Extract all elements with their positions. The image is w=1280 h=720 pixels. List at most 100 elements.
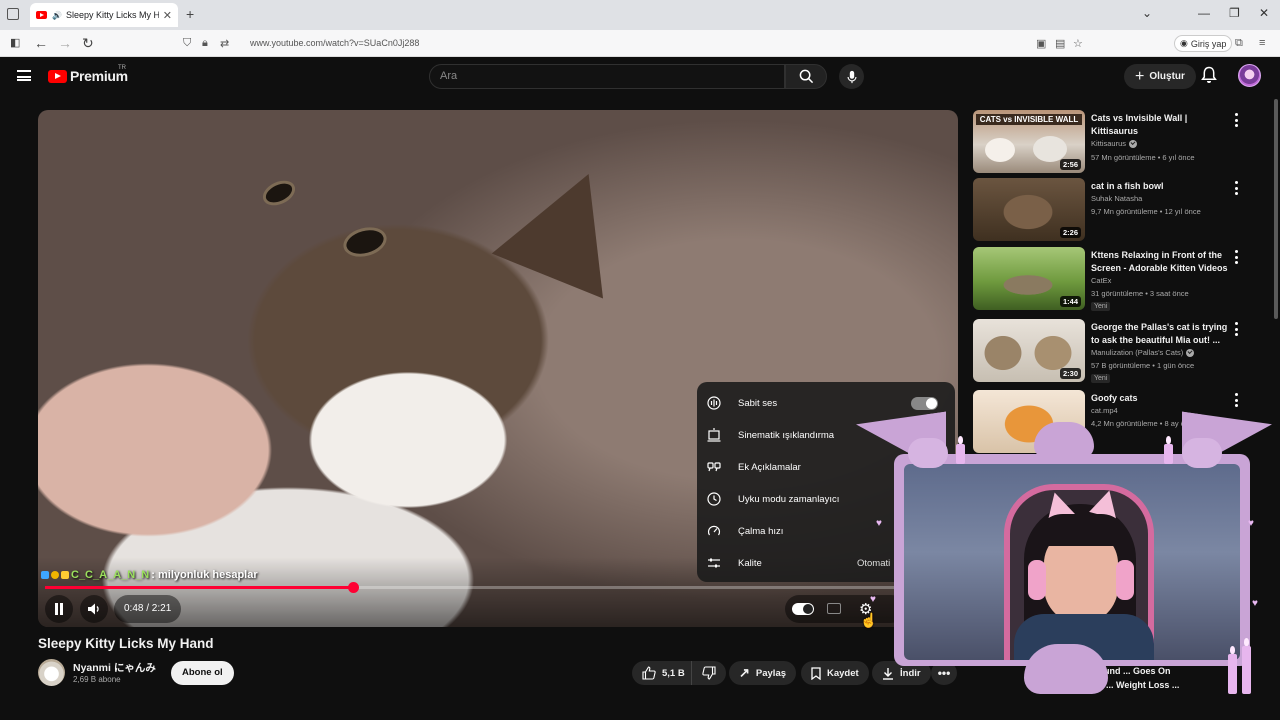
settings-label: Sabit ses <box>738 397 778 409</box>
browser-tab[interactable]: 🔊 Sleepy Kitty Licks My Hand ✕ <box>30 3 178 27</box>
pause-icon <box>55 603 63 615</box>
voice-search-button[interactable] <box>839 64 864 89</box>
like-count: 5,1 B <box>662 667 685 679</box>
rec-more-icon[interactable] <box>1230 113 1242 127</box>
rec-channel[interactable]: Kittisaurus <box>1091 139 1138 148</box>
audio-icon[interactable]: 🔊 <box>52 11 62 20</box>
channel-avatar[interactable] <box>38 659 65 686</box>
rec-more-icon[interactable] <box>1230 322 1242 336</box>
headset-cup <box>1116 560 1134 600</box>
forward-icon[interactable]: → <box>58 35 72 51</box>
playback-speed-icon <box>707 524 721 538</box>
streamer-bangs <box>1036 514 1128 546</box>
shield-icon[interactable]: ⛉ <box>183 37 191 50</box>
account-avatar[interactable] <box>1238 64 1261 87</box>
video-thumbnail[interactable]: 2:30 <box>973 319 1085 382</box>
like-button[interactable]: 5,1 B <box>632 661 697 685</box>
close-tab-icon[interactable]: ✕ <box>163 9 172 22</box>
candle-decoration <box>1228 646 1237 694</box>
sign-in-label: Giriş yap <box>1190 38 1227 49</box>
browser-tab-bar: 🔊 Sleepy Kitty Licks My Hand ✕ + ⌄ — ❐ ✕ <box>0 0 1280 30</box>
rec-channel[interactable]: Manulization (Pallas's Cats) <box>1091 348 1195 357</box>
stable-volume-toggle[interactable] <box>911 396 938 410</box>
rec-channel[interactable]: cat.mp4 <box>1091 406 1118 415</box>
share-button[interactable]: ↗ Paylaş <box>729 661 797 685</box>
dislike-button[interactable] <box>691 661 726 685</box>
subtitles-icon[interactable] <box>827 603 841 614</box>
pause-button[interactable] <box>45 595 73 623</box>
pip-icon[interactable]: ▣ <box>1036 37 1046 50</box>
recommendation-item[interactable]: 2:30 George the Pallas's cat is trying t… <box>973 319 1263 383</box>
lock-icon[interactable]: 🔒︎ <box>202 37 208 50</box>
progress-bar[interactable] <box>45 582 951 593</box>
autoplay-knob <box>803 604 813 614</box>
heart-decoration: ♥ <box>870 594 876 605</box>
rec-channel[interactable]: Suhak Natasha <box>1091 194 1142 203</box>
video-thumbnail[interactable]: 2:26 <box>973 178 1085 241</box>
rec-title[interactable]: George the Pallas's cat is trying to ask… <box>1091 321 1231 347</box>
recommendation-item[interactable]: CATS vs INVISIBLE WALL 2:56 Cats vs Invi… <box>973 110 1263 174</box>
permissions-icon[interactable]: ⇄ <box>220 37 229 50</box>
scrubber-handle[interactable] <box>348 582 360 593</box>
url-bar[interactable]: www.youtube.com/watch?v=SUaCn0Jj288 <box>250 38 419 48</box>
sign-in-button[interactable]: ◉ Giriş yap <box>1174 35 1233 52</box>
heart-decoration: ♥ <box>876 518 882 529</box>
rec-channel[interactable]: CatEx <box>1091 276 1111 285</box>
new-tab-icon[interactable]: + <box>186 6 194 22</box>
extensions-icon[interactable]: ⧉ <box>1235 37 1243 50</box>
youtube-play-icon <box>48 69 67 83</box>
youtube-premium-logo[interactable]: Premium TR <box>48 65 128 84</box>
subscribe-button[interactable]: Abone ol <box>171 661 234 685</box>
reload-icon[interactable]: ↻ <box>82 35 94 52</box>
autoplay-toggle[interactable] <box>792 603 814 615</box>
rec-channel-name: Manulization (Pallas's Cats) <box>1091 348 1184 357</box>
video-thumbnail[interactable]: 1:44 <box>973 247 1085 310</box>
notifications-button[interactable] <box>1201 66 1217 89</box>
video-player[interactable]: C_C_A_A_N_N : milyonluk hesaplar 0:48 / … <box>38 110 958 627</box>
tab-list-chevron-icon[interactable]: ⌄ <box>1142 6 1152 20</box>
chat-username: C_C_A_A_N_N <box>71 569 150 581</box>
bat-mascot-right <box>1182 438 1222 468</box>
close-window-icon[interactable]: ✕ <box>1259 6 1269 20</box>
chat-text: : milyonluk hesaplar <box>151 569 258 581</box>
duration-badge: 1:44 <box>1059 296 1081 307</box>
create-button[interactable]: + Oluştur <box>1124 64 1196 89</box>
thumbs-down-icon <box>702 666 716 680</box>
video-thumbnail[interactable]: CATS vs INVISIBLE WALL 2:56 <box>973 110 1085 173</box>
back-icon[interactable]: ← <box>34 35 48 51</box>
settings-label: Ek Açıklamalar <box>738 461 801 473</box>
rec-title[interactable]: Kttens Relaxing in Front of the Screen -… <box>1091 249 1231 275</box>
region-code: TR <box>118 65 126 71</box>
rec-more-icon[interactable] <box>1230 181 1242 195</box>
rec-title[interactable]: Cats vs Invisible Wall | Kittisaurus <box>1091 112 1231 138</box>
browser-menu-icon[interactable]: ≡ <box>1259 37 1265 49</box>
verified-check-icon <box>1129 139 1138 148</box>
settings-item-stable-volume[interactable]: Sabit ses <box>697 387 955 419</box>
mute-button[interactable] <box>80 595 108 623</box>
heart-decoration: ♥ <box>1248 518 1254 529</box>
hamburger-menu-icon[interactable] <box>17 70 31 81</box>
recommendation-item[interactable]: 1:44 Kttens Relaxing in Front of the Scr… <box>973 247 1263 311</box>
chat-overlay-message: C_C_A_A_N_N : milyonluk hesaplar <box>41 569 258 581</box>
rec-more-icon[interactable] <box>1230 250 1242 264</box>
volume-icon <box>88 603 99 615</box>
maximize-icon[interactable]: ❐ <box>1229 6 1240 20</box>
sidebar-toggle-icon[interactable]: ◧ <box>10 36 20 49</box>
rec-title[interactable]: cat in a fish bowl <box>1091 180 1231 193</box>
search-button[interactable] <box>785 64 827 89</box>
share-label: Paylaş <box>755 667 787 679</box>
chat-badge-icon <box>51 571 59 579</box>
tab-overview-icon[interactable] <box>7 8 19 20</box>
page-scrollbar[interactable] <box>1274 99 1278 319</box>
recommendation-item[interactable]: 2:26 cat in a fish bowl Suhak Natasha 9,… <box>973 178 1263 242</box>
channel-name[interactable]: Nyanmi にゃんみ <box>73 660 156 675</box>
reader-icon[interactable]: ▤ <box>1055 37 1065 50</box>
bookmark-icon <box>811 666 821 680</box>
account-icon: ◉ <box>1180 38 1188 48</box>
thumbnail-caption: CATS vs INVISIBLE WALL <box>976 114 1082 125</box>
minimize-icon[interactable]: — <box>1198 6 1210 20</box>
rec-title[interactable]: Goofy cats <box>1091 392 1231 405</box>
bookmark-star-icon[interactable]: ☆ <box>1073 37 1083 50</box>
rec-more-icon[interactable] <box>1230 393 1242 407</box>
search-input[interactable]: Ara <box>429 64 785 89</box>
